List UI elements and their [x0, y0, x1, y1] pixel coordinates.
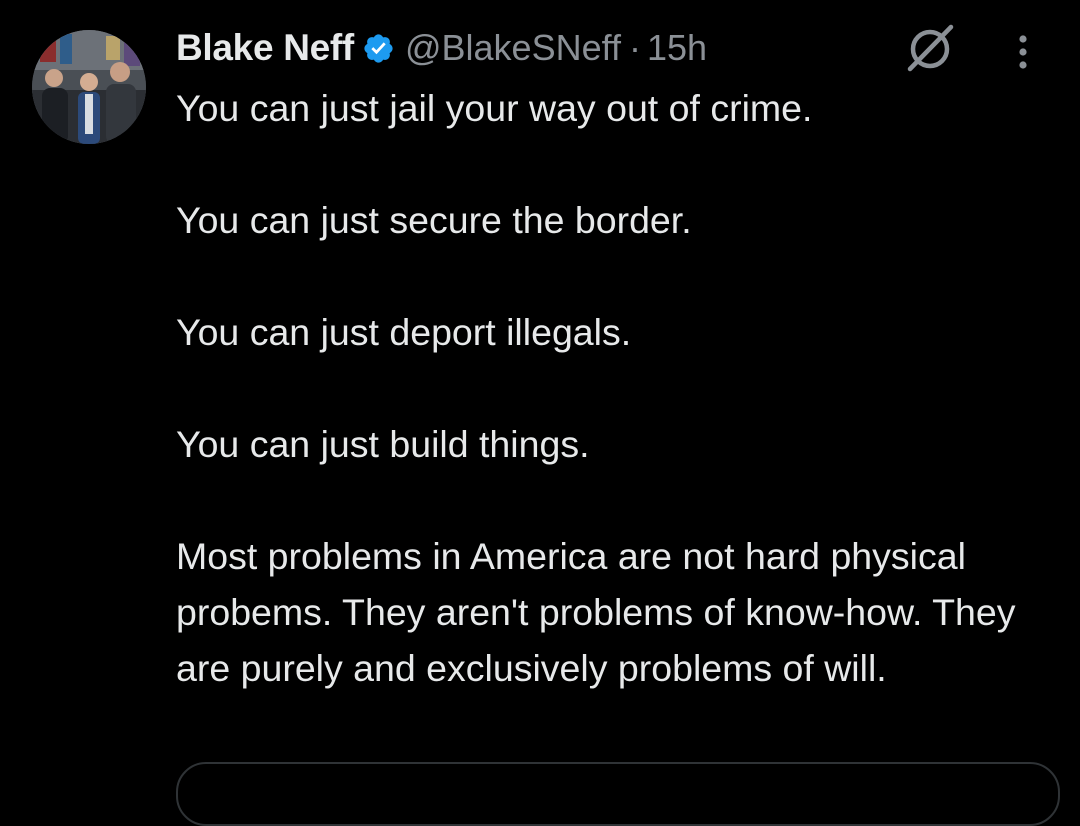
- verified-badge-icon: [362, 32, 395, 65]
- tweet-paragraph: You can just secure the border.: [176, 199, 692, 241]
- tweet-text: You can just jail your way out of crime.…: [176, 80, 1056, 696]
- timestamp[interactable]: 15h: [647, 27, 707, 69]
- tweet-paragraph: Most problems in America are not hard ph…: [176, 535, 1016, 689]
- author-name[interactable]: Blake Neff: [176, 27, 354, 69]
- tweet[interactable]: Blake Neff @BlakeSNeff · 15h You can jus…: [0, 0, 1080, 826]
- profile-photo-icon: [32, 30, 146, 144]
- separator-dot: ·: [628, 27, 641, 68]
- avatar[interactable]: [32, 30, 146, 144]
- tweet-paragraph: You can just deport illegals.: [176, 311, 632, 353]
- tweet-header: Blake Neff @BlakeSNeff · 15h: [176, 24, 707, 72]
- attached-card[interactable]: [176, 762, 1060, 826]
- grok-icon[interactable]: [902, 22, 958, 74]
- author-handle[interactable]: @BlakeSNeff: [405, 27, 621, 69]
- tweet-paragraph: You can just jail your way out of crime.: [176, 87, 813, 129]
- more-options-icon[interactable]: [1010, 30, 1036, 74]
- tweet-paragraph: You can just build things.: [176, 423, 590, 465]
